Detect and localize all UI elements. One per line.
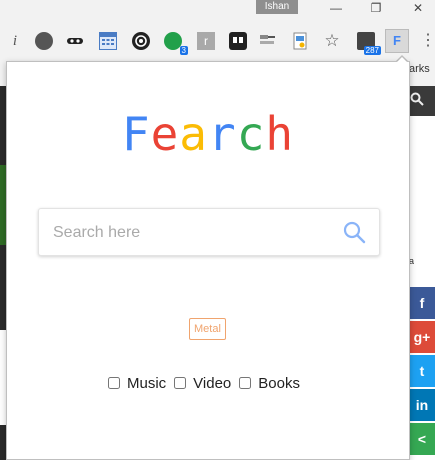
restore-button[interactable]: ❐ bbox=[362, 1, 390, 15]
sharethis-share-icon[interactable]: < bbox=[409, 423, 435, 455]
extension-badge: 287 bbox=[363, 46, 381, 55]
mask-icon[interactable] bbox=[66, 32, 84, 50]
extension-badge: 3 bbox=[179, 46, 188, 55]
tabs-icon[interactable] bbox=[229, 32, 247, 50]
gplus-share-icon[interactable]: g+ bbox=[409, 321, 435, 353]
fearch-popup: Fearch Metal Music Video Books bbox=[6, 61, 410, 460]
minimize-button[interactable]: — bbox=[322, 1, 350, 15]
linkedin-share-icon[interactable]: in bbox=[409, 389, 435, 421]
folder-icon[interactable]: 287 bbox=[357, 32, 381, 55]
page-search-icon[interactable] bbox=[410, 92, 424, 110]
twitter-share-icon[interactable]: t bbox=[409, 355, 435, 387]
popup-arrow-fill bbox=[396, 57, 408, 63]
search-box bbox=[38, 208, 380, 257]
star-icon[interactable]: ☆ bbox=[323, 32, 341, 50]
logo-letter: c bbox=[236, 107, 266, 161]
menu-icon[interactable]: ⋮ bbox=[420, 32, 435, 50]
calendar-icon[interactable] bbox=[99, 32, 117, 50]
filter-label: Music bbox=[127, 374, 167, 392]
filter-video[interactable]: Video bbox=[174, 375, 231, 392]
logo-letter: r bbox=[208, 107, 237, 161]
browser-toolbar: i 3 r ☆ 287 F ⋮ bbox=[0, 18, 435, 64]
logo-letter: F bbox=[121, 107, 151, 161]
books-checkbox[interactable] bbox=[239, 377, 252, 389]
facebook-share-icon[interactable]: f bbox=[409, 287, 435, 319]
ball-icon[interactable] bbox=[35, 32, 53, 50]
bookmarks-label[interactable]: arks bbox=[409, 63, 430, 75]
search-icon[interactable] bbox=[342, 220, 366, 244]
fearch-icon[interactable]: F bbox=[385, 29, 409, 53]
logo-letter: a bbox=[179, 107, 208, 161]
info-icon[interactable]: i bbox=[6, 32, 24, 50]
stack-icon[interactable] bbox=[259, 32, 277, 50]
doc-icon[interactable] bbox=[291, 32, 309, 50]
filter-music[interactable]: Music bbox=[108, 375, 166, 392]
profile-name-badge[interactable]: Ishan bbox=[256, 0, 298, 14]
window-titlebar: Ishan — ❐ ✕ bbox=[0, 0, 435, 18]
filter-options: Music Video Books bbox=[108, 373, 308, 393]
spiral-icon[interactable] bbox=[132, 32, 150, 50]
search-input[interactable] bbox=[51, 209, 335, 257]
fearch-logo: Fearch bbox=[7, 106, 409, 162]
close-window-button[interactable]: ✕ bbox=[404, 1, 432, 15]
filter-label: Video bbox=[193, 374, 232, 392]
green-dot-icon[interactable]: 3 bbox=[164, 32, 188, 55]
music-checkbox[interactable] bbox=[108, 377, 120, 389]
r-icon[interactable]: r bbox=[197, 32, 215, 50]
video-checkbox[interactable] bbox=[174, 377, 187, 389]
logo-letter: h bbox=[265, 107, 295, 161]
filter-label: Books bbox=[258, 374, 300, 392]
filter-books[interactable]: Books bbox=[239, 375, 300, 392]
logo-letter: e bbox=[150, 107, 180, 161]
genre-tag[interactable]: Metal bbox=[189, 318, 226, 340]
